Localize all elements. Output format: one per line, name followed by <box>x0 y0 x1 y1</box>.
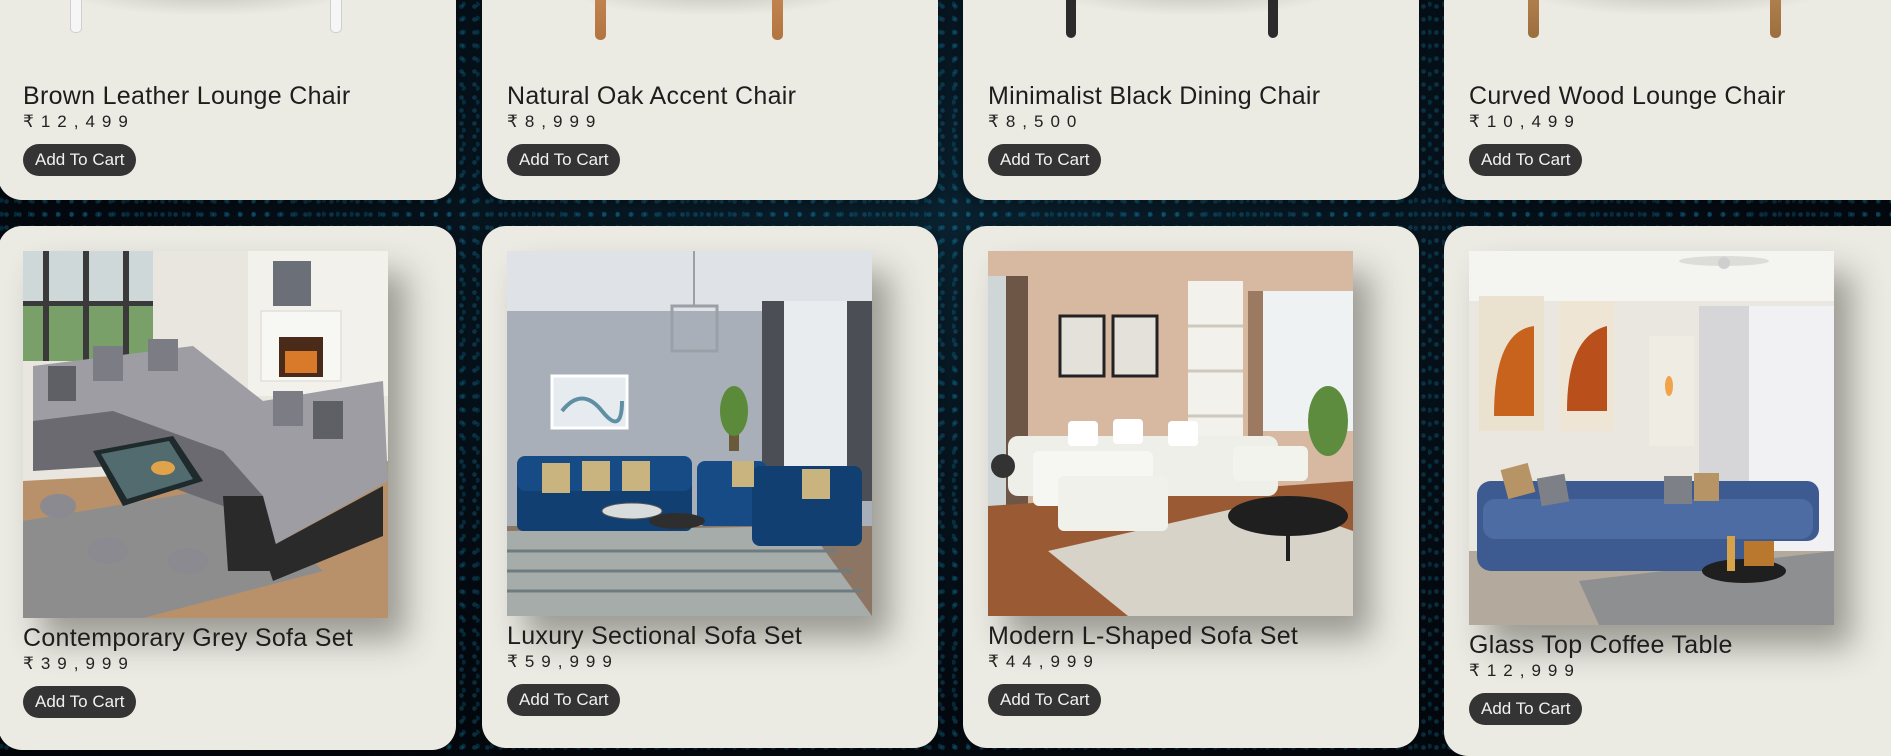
product-price: ₹39,999 <box>23 654 135 673</box>
product-title: Minimalist Black Dining Chair <box>988 82 1321 110</box>
add-to-cart-button[interactable]: Add To Cart <box>23 144 137 176</box>
product-title: Contemporary Grey Sofa Set <box>23 624 354 652</box>
chair-leg-image <box>595 0 606 40</box>
chair-leg-image <box>1066 0 1076 38</box>
add-to-cart-button[interactable]: Add To Cart <box>1469 144 1583 176</box>
chair-leg-image <box>1528 0 1539 38</box>
product-title: Glass Top Coffee Table <box>1469 631 1733 659</box>
product-card-glass-top-coffee-table: Glass Top Coffee Table ₹12,999 Add To Ca… <box>1444 226 1891 756</box>
product-image <box>23 251 388 618</box>
add-to-cart-button[interactable]: Add To Cart <box>988 144 1102 176</box>
product-price: ₹12,499 <box>23 112 135 131</box>
product-title: Modern L-Shaped Sofa Set <box>988 622 1299 650</box>
product-price: ₹8,999 <box>507 112 603 131</box>
product-card-brown-leather-lounge-chair: Brown Leather Lounge Chair ₹12,499 Add T… <box>0 0 456 200</box>
product-title: Brown Leather Lounge Chair <box>23 82 351 110</box>
product-card-curved-wood-lounge-chair: Curved Wood Lounge Chair ₹10,499 Add To … <box>1444 0 1891 200</box>
add-to-cart-button[interactable]: Add To Cart <box>23 686 137 718</box>
product-title: Luxury Sectional Sofa Set <box>507 622 803 650</box>
product-card-natural-oak-accent-chair: Natural Oak Accent Chair ₹8,999 Add To C… <box>482 0 938 200</box>
product-title: Curved Wood Lounge Chair <box>1469 82 1786 110</box>
add-to-cart-button[interactable]: Add To Cart <box>988 684 1102 716</box>
product-price: ₹59,999 <box>507 652 619 671</box>
product-image <box>988 251 1353 616</box>
product-card-minimalist-black-dining-chair: Minimalist Black Dining Chair ₹8,500 Add… <box>963 0 1419 200</box>
chair-leg-image <box>1268 0 1278 38</box>
product-price: ₹10,499 <box>1469 112 1581 131</box>
product-price: ₹8,500 <box>988 112 1084 131</box>
chair-leg-image <box>772 0 783 40</box>
product-title: Natural Oak Accent Chair <box>507 82 797 110</box>
product-price: ₹12,999 <box>1469 661 1581 680</box>
product-image <box>507 251 872 616</box>
product-card-modern-l-shaped-sofa-set: Modern L-Shaped Sofa Set ₹44,999 Add To … <box>963 226 1419 748</box>
product-image <box>1469 251 1834 625</box>
chair-leg-image <box>70 0 82 33</box>
add-to-cart-button[interactable]: Add To Cart <box>1469 693 1583 725</box>
product-card-contemporary-grey-sofa-set: Contemporary Grey Sofa Set ₹39,999 Add T… <box>0 226 456 750</box>
chair-leg-image <box>330 0 342 33</box>
product-price: ₹44,999 <box>988 652 1100 671</box>
product-card-luxury-sectional-sofa-set: Luxury Sectional Sofa Set ₹59,999 Add To… <box>482 226 938 748</box>
chair-leg-image <box>1770 0 1781 38</box>
add-to-cart-button[interactable]: Add To Cart <box>507 144 621 176</box>
add-to-cart-button[interactable]: Add To Cart <box>507 684 621 716</box>
